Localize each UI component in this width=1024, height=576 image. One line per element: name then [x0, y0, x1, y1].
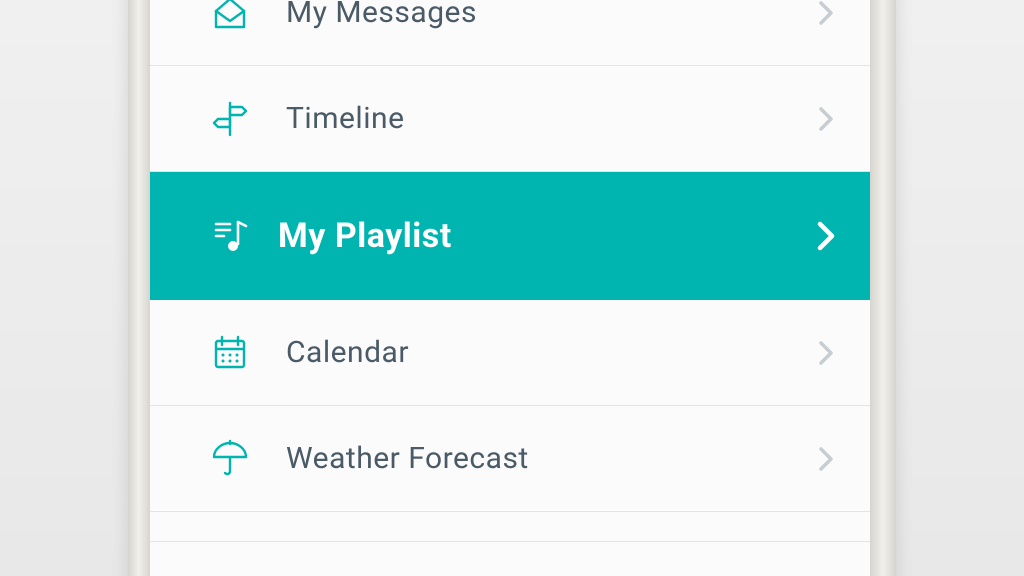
menu-item-label: Calendar [286, 335, 409, 370]
navigation-menu: My Messages 4 Timeline [150, 0, 870, 542]
signpost-icon [208, 97, 252, 141]
menu-item-calendar[interactable]: Calendar [150, 300, 870, 406]
menu-item-label: My Messages [286, 0, 477, 30]
menu-item-next[interactable] [150, 512, 870, 542]
mail-open-icon [208, 0, 252, 35]
chevron-right-icon [812, 445, 840, 473]
menu-item-label: Timeline [286, 101, 404, 136]
menu-item-label: Weather Forecast [286, 441, 529, 476]
menu-item-playlist[interactable]: My Playlist [150, 172, 870, 300]
menu-item-weather[interactable]: Weather Forecast [150, 406, 870, 512]
device-frame-right [870, 0, 896, 576]
umbrella-icon [208, 437, 252, 481]
menu-item-timeline[interactable]: Timeline [150, 66, 870, 172]
menu-item-label: My Playlist [278, 216, 452, 256]
device-screen: My Messages 4 Timeline [150, 0, 870, 576]
chevron-right-icon [812, 222, 840, 250]
chevron-right-icon [812, 105, 840, 133]
device-frame-left [128, 0, 150, 576]
music-note-icon [208, 214, 252, 258]
chevron-right-icon [812, 339, 840, 367]
menu-item-messages[interactable]: My Messages 4 [150, 0, 870, 66]
calendar-icon [208, 331, 252, 375]
chevron-right-icon [812, 0, 840, 27]
